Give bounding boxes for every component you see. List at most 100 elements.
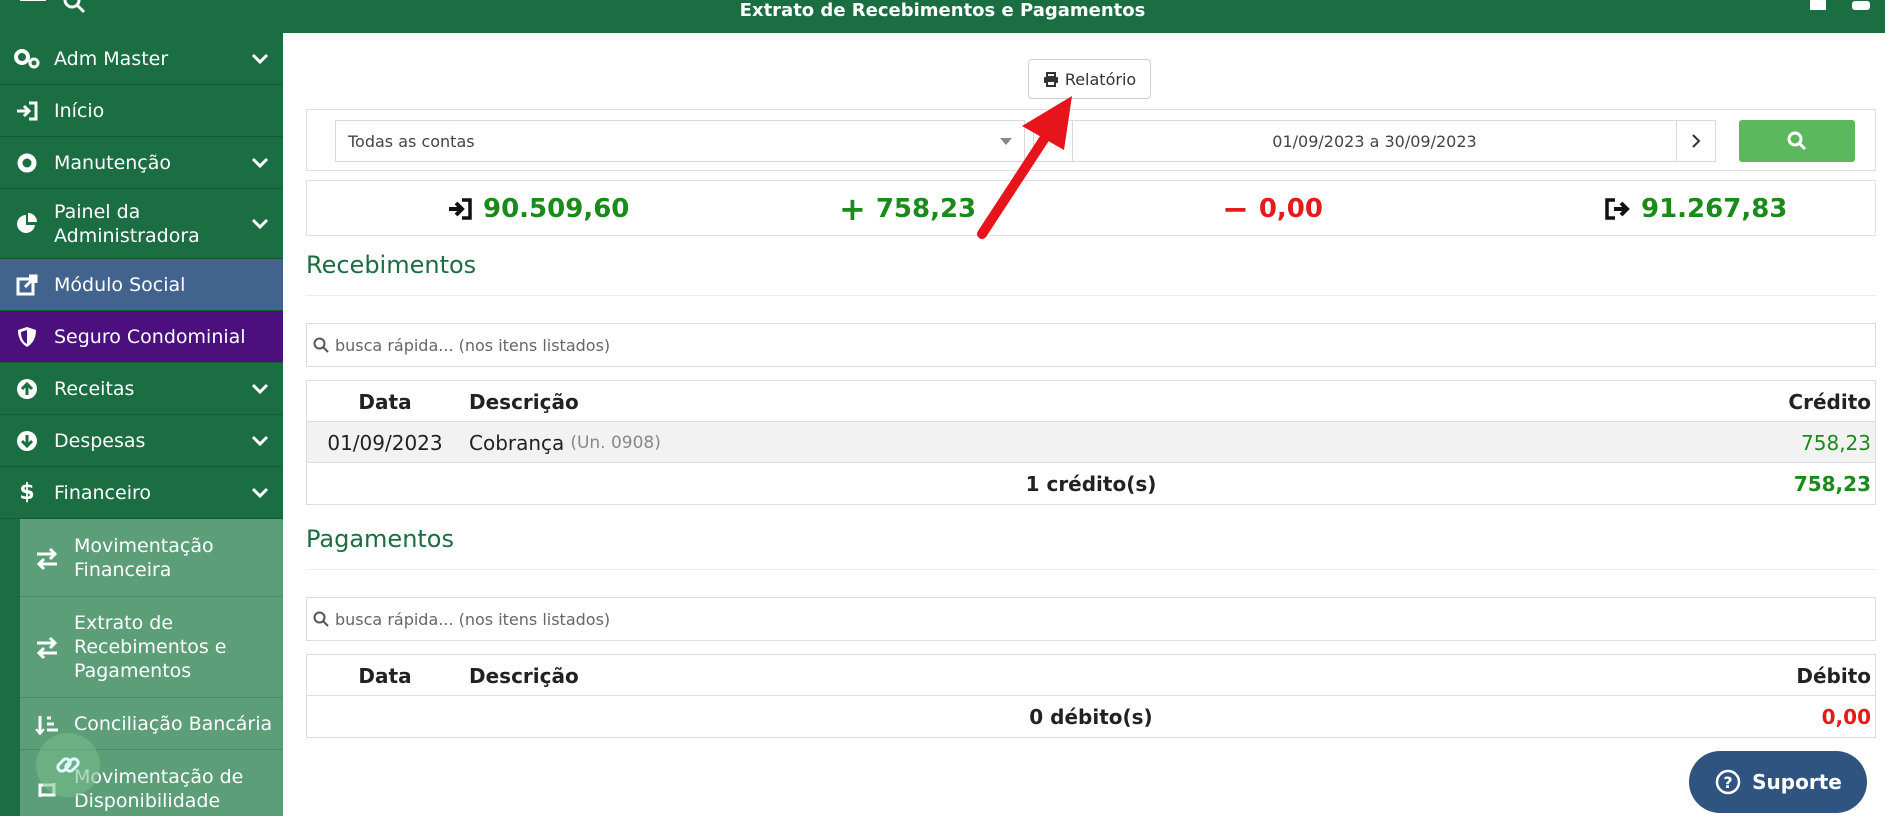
sidebar-item-financeiro[interactable]: $ Financeiro — [0, 467, 283, 519]
report-button-label: Relatório — [1064, 69, 1137, 89]
opening-balance-value: 90.509,60 — [483, 194, 630, 224]
gear-icon — [0, 152, 54, 174]
chevron-down-icon — [237, 218, 283, 230]
credits-count: 1 crédito(s) — [1025, 471, 1157, 496]
top-bar: Extrato de Recebimentos e Pagamentos — [0, 0, 1885, 33]
row-unit: (Un. 0908) — [570, 432, 661, 453]
credits-footer-total: 758,23 — [1793, 471, 1871, 496]
chevron-right-icon — [1692, 134, 1701, 148]
subitem-label: Extrato de Recebimentos e Pagamentos — [74, 612, 227, 682]
user-icon[interactable] — [1850, 0, 1872, 10]
sidebar: Adm Master Início Manutenção Painel da A… — [0, 33, 283, 816]
debits-footer-total: 0,00 — [1821, 704, 1871, 729]
dollar-icon: $ — [19, 480, 35, 505]
caret-down-icon — [1000, 138, 1012, 145]
receipts-table: Data Descrição Crédito 01/09/2023 Cobran… — [306, 380, 1876, 505]
payments-search-placeholder: busca rápida... (nos itens listados) — [335, 609, 611, 629]
sidebar-item-label: Receitas — [54, 377, 135, 400]
print-icon — [1043, 71, 1058, 87]
exchange-icon — [20, 635, 74, 659]
sign-out-icon — [1605, 198, 1630, 220]
subitem-label: Movimentação de Disponibilidade — [74, 765, 244, 812]
sidebar-item-label: Início — [54, 99, 105, 122]
opening-balance: 90.509,60 — [447, 181, 629, 237]
search-icon — [307, 611, 335, 627]
sidebar-item-seguro[interactable]: Seguro Condominial — [0, 311, 283, 363]
col-date-header: Data — [358, 663, 412, 688]
chevron-down-icon — [237, 53, 283, 65]
gears-icon — [0, 48, 54, 70]
closing-balance: 91.267,83 — [1605, 181, 1787, 237]
sidebar-item-painel[interactable]: Painel da Administradora — [0, 189, 283, 259]
date-range-field[interactable]: 01/09/2023 a 30/09/2023 — [1072, 120, 1677, 162]
payments-table: Data Descrição Débito 0 débito(s) 0,00 — [306, 654, 1876, 738]
support-button[interactable]: ? Suporte — [1689, 751, 1867, 813]
page-title: Extrato de Recebimentos e Pagamentos — [739, 0, 1146, 21]
subitem-label: Conciliação Bancária — [74, 712, 273, 735]
row-description-text: Cobrança — [469, 430, 565, 455]
arrow-circle-up-icon — [0, 378, 54, 400]
home-icon[interactable] — [1808, 0, 1828, 10]
sidebar-item-label: Painel da Administradora — [54, 200, 200, 247]
debits-count: 0 débito(s) — [1029, 704, 1153, 729]
closing-balance-value: 91.267,83 — [1641, 194, 1788, 224]
col-description-header: Descrição — [469, 663, 579, 688]
row-date: 01/09/2023 — [327, 430, 443, 455]
exchange-icon — [20, 546, 74, 570]
external-link-icon — [0, 274, 54, 296]
col-credit-header: Crédito — [1788, 389, 1871, 414]
payments-title: Pagamentos — [306, 525, 454, 553]
sidebar-item-receitas[interactable]: Receitas — [0, 363, 283, 415]
pie-chart-icon — [0, 212, 54, 236]
table-header: Data Descrição Débito — [307, 655, 1875, 696]
col-date-header: Data — [358, 389, 412, 414]
sidebar-item-label: Módulo Social — [54, 273, 186, 296]
table-row[interactable]: 01/09/2023 Cobrança (Un. 0908) 758,23 — [307, 422, 1875, 463]
chevron-down-icon — [237, 487, 283, 499]
receipts-title: Recebimentos — [306, 251, 477, 279]
payments-search-input[interactable]: busca rápida... (nos itens listados) — [306, 597, 1876, 641]
receipts-search-input[interactable]: busca rápida... (nos itens listados) — [306, 323, 1876, 367]
sidebar-item-label: Financeiro — [54, 481, 151, 504]
report-button[interactable]: Relatório — [1028, 59, 1151, 99]
table-header: Data Descrição Crédito — [307, 381, 1875, 422]
subitem-label: Movimentação Financeira — [74, 534, 214, 581]
row-description: Cobrança (Un. 0908) — [469, 422, 661, 463]
account-select[interactable]: Todas as contas — [335, 120, 1025, 162]
chevron-down-icon — [237, 157, 283, 169]
row-credit: 758,23 — [1801, 430, 1871, 455]
date-next-button[interactable] — [1676, 120, 1716, 162]
table-footer: 0 débito(s) 0,00 — [307, 696, 1875, 737]
receipts-search-placeholder: busca rápida... (nos itens listados) — [335, 335, 611, 355]
col-debit-header: Débito — [1796, 663, 1871, 688]
main-content: Relatório Todas as contas 01/09/2023 a 3… — [283, 33, 1885, 816]
debits-total-value: 0,00 — [1258, 194, 1323, 224]
support-button-label: Suporte — [1752, 770, 1842, 794]
arrow-circle-down-icon — [0, 430, 54, 452]
divider — [306, 569, 1876, 570]
sidebar-item-adm-master[interactable]: Adm Master — [0, 33, 283, 85]
sidebar-item-manutencao[interactable]: Manutenção — [0, 137, 283, 189]
summary-bar: 90.509,60 + 758,23 − 0,00 91.267,83 — [306, 180, 1876, 236]
minus-icon: − — [1222, 190, 1249, 228]
search-button[interactable] — [1739, 120, 1855, 162]
date-prev-button[interactable] — [1033, 120, 1073, 162]
sidebar-item-despesas[interactable]: Despesas — [0, 415, 283, 467]
search-icon — [307, 337, 335, 353]
sidebar-item-label: Manutenção — [54, 151, 172, 174]
sidebar-item-label: Adm Master — [54, 47, 169, 70]
search-icon — [1787, 131, 1807, 151]
table-footer: 1 crédito(s) 758,23 — [307, 463, 1875, 504]
account-select-value: Todas as contas — [348, 131, 475, 151]
sidebar-item-inicio[interactable]: Início — [0, 85, 283, 137]
credits-total-value: 758,23 — [875, 194, 977, 224]
sign-in-icon — [0, 100, 54, 122]
subitem-movimentacao-financeira[interactable]: Movimentação Financeira — [20, 519, 283, 597]
filter-bar: Todas as contas 01/09/2023 a 30/09/2023 — [306, 109, 1876, 171]
sign-in-icon — [449, 198, 472, 220]
floating-link-icon[interactable] — [36, 733, 100, 797]
shield-icon — [0, 326, 54, 348]
subitem-extrato[interactable]: Extrato de Recebimentos e Pagamentos — [20, 597, 283, 698]
sidebar-item-label: Despesas — [54, 429, 146, 452]
sidebar-item-modulo-social[interactable]: Módulo Social — [0, 259, 283, 311]
